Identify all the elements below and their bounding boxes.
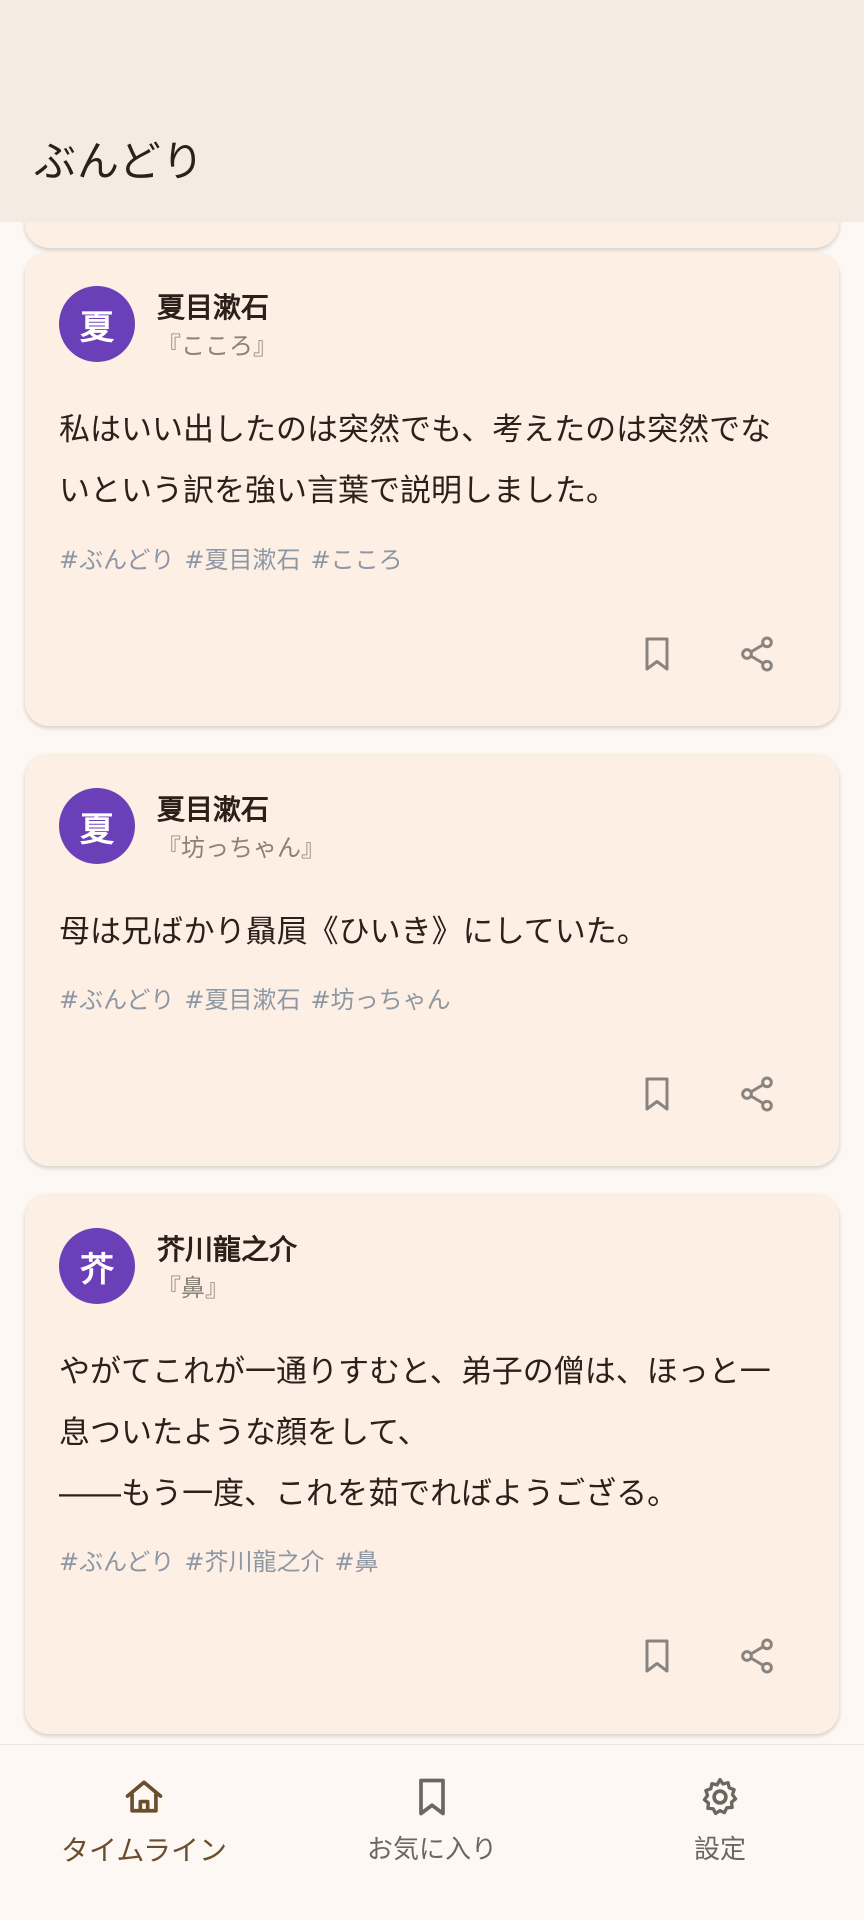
share-icon xyxy=(741,1076,773,1112)
author-name: 夏目漱石 xyxy=(157,291,270,324)
hashtags: #ぶんどり #夏目漱石 #坊っちゃん xyxy=(59,984,461,1016)
quote-text: 私はいい出したのは突然でも、考えたのは突然でないという訳を強い言葉で説明しました… xyxy=(59,412,772,509)
author-avatar: 芥 xyxy=(59,1228,135,1304)
share-icon xyxy=(741,636,773,672)
hashtag[interactable]: #夏目漱石 xyxy=(184,986,300,1014)
hashtag[interactable]: #坊っちゃん xyxy=(311,986,451,1014)
bookmark-icon xyxy=(419,1778,445,1816)
app-root: ぶんどり 夏 夏目漱石 『こころ』 私はいい出したのは突然でも、考えたのは突然で… xyxy=(0,0,864,1920)
nav-timeline[interactable]: タイムライン xyxy=(24,1767,264,1877)
work-title: 『鼻』 xyxy=(157,1274,229,1302)
share-button[interactable] xyxy=(729,626,785,682)
share-icon xyxy=(741,1638,773,1674)
author-avatar: 夏 xyxy=(59,286,135,362)
timeline-feed[interactable]: 夏 夏目漱石 『こころ』 私はいい出したのは突然でも、考えたのは突然でないという… xyxy=(0,222,864,1744)
bookmark-icon xyxy=(645,1639,669,1673)
hashtag[interactable]: #ぶんどり xyxy=(59,546,174,574)
bottom-navigation: タイムライン お気に入り 設定 xyxy=(0,1744,864,1920)
bookmark-button[interactable] xyxy=(629,1628,685,1684)
bookmark-icon xyxy=(645,1077,669,1111)
nav-timeline-label: タイムライン xyxy=(60,1834,228,1867)
bookmark-button[interactable] xyxy=(629,626,685,682)
hashtag[interactable]: #こころ xyxy=(311,546,403,574)
hashtag[interactable]: #鼻 xyxy=(335,1548,379,1576)
nav-settings[interactable]: 設定 xyxy=(600,1767,840,1877)
author-name: 夏目漱石 xyxy=(157,793,270,826)
nav-settings-label: 設定 xyxy=(693,1835,746,1865)
hashtag[interactable]: #芥川龍之介 xyxy=(184,1548,324,1576)
hashtag[interactable]: #夏目漱石 xyxy=(184,546,300,574)
previous-card-edge xyxy=(25,222,839,248)
hashtag[interactable]: #ぶんどり xyxy=(59,1548,174,1576)
work-title: 『坊っちゃん』 xyxy=(157,834,325,862)
nav-favorites[interactable]: お気に入り xyxy=(312,1767,552,1877)
hashtag[interactable]: #ぶんどり xyxy=(59,986,174,1014)
quote-card[interactable]: 夏 夏目漱石 『こころ』 私はいい出したのは突然でも、考えたのは突然でないという… xyxy=(25,252,839,726)
home-icon xyxy=(125,1780,163,1813)
app-title: ぶんどり xyxy=(34,137,205,186)
gear-icon xyxy=(702,1777,738,1816)
hashtags: #ぶんどり #夏目漱石 #こころ xyxy=(59,544,413,576)
top-app-bar: ぶんどり xyxy=(0,0,864,222)
quote-text: 母は兄ばかり贔屓《ひいき》にしていた。 xyxy=(59,914,648,950)
share-button[interactable] xyxy=(729,1066,785,1122)
nav-favorites-label: お気に入り xyxy=(366,1835,497,1865)
quote-card[interactable]: 夏 夏目漱石 『坊っちゃん』 母は兄ばかり贔屓《ひいき》にしていた。 #ぶんどり… xyxy=(25,754,839,1166)
share-button[interactable] xyxy=(729,1628,785,1684)
author-name: 芥川龍之介 xyxy=(157,1233,298,1266)
bookmark-button[interactable] xyxy=(629,1066,685,1122)
work-title: 『こころ』 xyxy=(157,332,277,360)
hashtags: #ぶんどり #芥川龍之介 #鼻 xyxy=(59,1546,389,1578)
bookmark-icon xyxy=(645,637,669,671)
quote-card[interactable]: 芥 芥川龍之介 『鼻』 やがてこれが一通りすむと、弟子の僧は、ほっと一息ついたよ… xyxy=(25,1194,839,1734)
quote-text: やがてこれが一通りすむと、弟子の僧は、ほっと一息ついたような顔をして、 ――もう… xyxy=(59,1354,771,1512)
author-avatar: 夏 xyxy=(59,788,135,864)
